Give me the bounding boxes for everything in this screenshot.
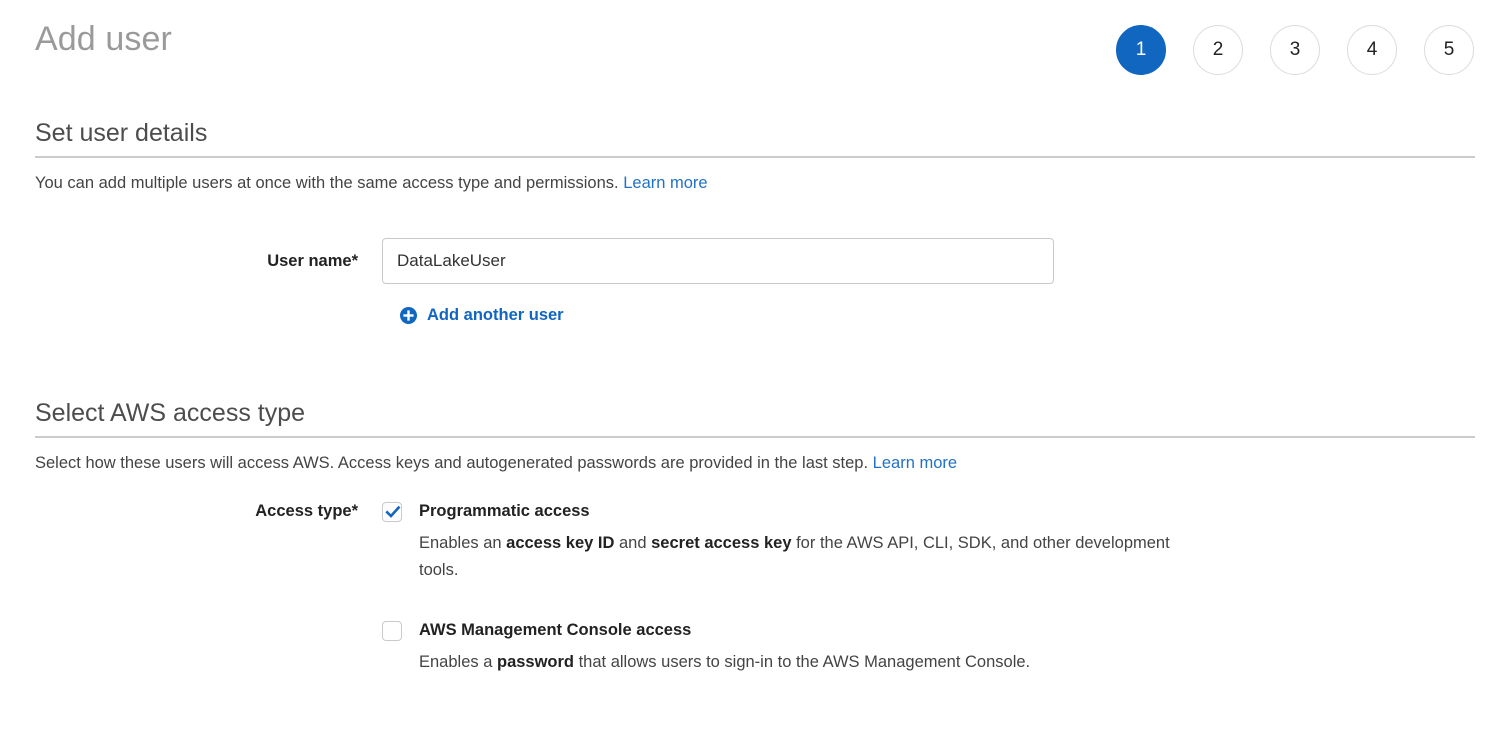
step-2[interactable]: 2	[1193, 25, 1243, 75]
access-type-row: Access type* Programmatic access Enables…	[35, 500, 1209, 676]
pa-desc-bold-1: access key ID	[506, 534, 615, 552]
select-access-type-section: Select AWS access type Select how these …	[35, 396, 1475, 474]
pa-desc-2: and	[614, 534, 652, 552]
step-2-label: 2	[1212, 39, 1224, 60]
user-details-learn-more-link[interactable]: Learn more	[623, 174, 707, 192]
plus-circle-icon	[400, 307, 417, 324]
user-name-input[interactable]	[382, 238, 1054, 284]
ca-desc-bold-1: password	[496, 653, 575, 671]
step-4-label: 4	[1366, 39, 1378, 60]
set-user-details-heading: Set user details	[35, 119, 208, 147]
set-user-details-description-text: You can add multiple users at once with …	[35, 174, 619, 192]
step-5[interactable]: 5	[1424, 25, 1474, 75]
user-name-row: User name*	[35, 238, 1054, 284]
select-access-type-heading: Select AWS access type	[35, 399, 306, 427]
ca-desc-1: Enables a	[419, 653, 497, 671]
step-4[interactable]: 4	[1347, 25, 1397, 75]
set-user-details-description: You can add multiple users at once with …	[35, 172, 1475, 194]
step-5-label: 5	[1443, 39, 1455, 60]
step-3-label: 3	[1289, 39, 1301, 60]
add-user-page: Add user 1 2 3 4 5 Set user details You …	[0, 0, 1502, 743]
access-type-learn-more-link[interactable]: Learn more	[873, 454, 957, 472]
page-header: Add user 1 2 3 4 5	[0, 0, 1502, 96]
programmatic-access-description: Enables an access key ID and secret acce…	[419, 530, 1209, 584]
checkmark-icon	[385, 504, 401, 520]
user-name-label: User name*	[267, 252, 358, 270]
programmatic-access-texts: Programmatic access Enables an access ke…	[419, 500, 1209, 584]
console-access-checkbox[interactable]	[382, 621, 402, 641]
programmatic-access-checkbox[interactable]	[382, 502, 402, 522]
pa-desc-1: Enables an	[419, 534, 507, 552]
ca-desc-2: that allows users to sign-in to the AWS …	[574, 653, 1031, 671]
select-access-type-description-text: Select how these users will access AWS. …	[35, 454, 869, 472]
page-title: Add user	[35, 20, 172, 58]
add-another-user-label: Add another user	[427, 306, 564, 324]
step-1[interactable]: 1	[1116, 25, 1166, 75]
access-type-options: Programmatic access Enables an access ke…	[382, 500, 1209, 676]
console-access-description: Enables a password that allows users to …	[419, 649, 1030, 676]
access-type-label: Access type*	[255, 502, 358, 520]
step-indicator: 1 2 3 4 5	[1116, 25, 1474, 75]
step-1-label: 1	[1135, 39, 1147, 60]
console-access-title: AWS Management Console access	[419, 621, 692, 639]
select-access-type-description: Select how these users will access AWS. …	[35, 452, 1475, 474]
step-3[interactable]: 3	[1270, 25, 1320, 75]
console-access-texts: AWS Management Console access Enables a …	[419, 619, 1030, 676]
set-user-details-section: Set user details You can add multiple us…	[35, 116, 1475, 194]
add-another-user-button[interactable]: Add another user	[400, 306, 564, 325]
programmatic-access-option[interactable]: Programmatic access Enables an access ke…	[382, 500, 1209, 584]
pa-desc-bold-2: secret access key	[651, 534, 792, 552]
section-divider-2	[35, 436, 1475, 438]
section-divider	[35, 156, 1475, 158]
programmatic-access-title: Programmatic access	[419, 502, 590, 520]
console-access-option[interactable]: AWS Management Console access Enables a …	[382, 619, 1209, 676]
